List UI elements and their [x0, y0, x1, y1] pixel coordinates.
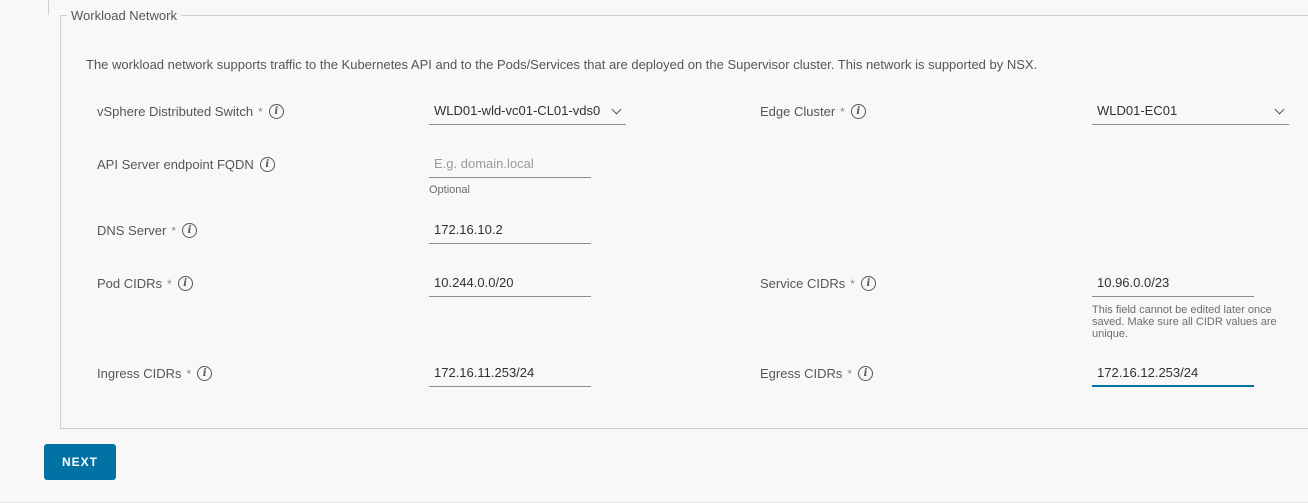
ingress-cidrs-label-text: Ingress CIDRs — [97, 366, 182, 381]
info-icon[interactable]: i — [858, 366, 874, 381]
info-icon[interactable]: i — [860, 276, 876, 291]
section-description: The workload network supports traffic to… — [86, 57, 1038, 72]
vds-select[interactable]: WLD01-wld-vc01-CL01-vds0 — [429, 101, 626, 125]
egress-cidrs-input[interactable]: 172.16.12.253/24 — [1092, 363, 1254, 387]
egress-cidrs-label: Egress CIDRs * i — [760, 366, 874, 381]
vds-label-text: vSphere Distributed Switch — [97, 104, 254, 119]
ingress-cidrs-input[interactable]: 172.16.11.253/24 — [429, 363, 591, 387]
pod-cidrs-input[interactable]: 10.244.0.0/20 — [429, 273, 591, 297]
edge-cluster-label: Edge Cluster * i — [760, 104, 866, 119]
pod-cidrs-label: Pod CIDRs * i — [97, 276, 193, 291]
chevron-down-icon — [611, 104, 622, 115]
info-icon[interactable]: i — [268, 104, 284, 119]
required-marker: * — [171, 223, 177, 238]
section-legend: Workload Network — [67, 8, 181, 23]
info-icon[interactable]: i — [177, 276, 193, 291]
chevron-down-icon — [1274, 104, 1285, 115]
required-marker: * — [167, 276, 172, 291]
dns-label-text: DNS Server — [97, 223, 167, 238]
vds-label: vSphere Distributed Switch * i — [97, 104, 284, 119]
ingress-cidrs-label: Ingress CIDRs * i — [97, 366, 213, 381]
edge-cluster-label-text: Edge Cluster — [760, 104, 836, 119]
fqdn-input[interactable]: E.g. domain.local — [429, 154, 591, 178]
required-marker: * — [847, 366, 853, 381]
fqdn-label-text: API Server endpoint FQDN — [97, 157, 254, 172]
info-icon[interactable]: i — [182, 223, 198, 238]
required-marker: * — [186, 366, 192, 381]
next-button[interactable]: NEXT — [44, 444, 116, 480]
fqdn-hint: Optional — [429, 184, 470, 196]
edge-cluster-select[interactable]: WLD01-EC01 — [1092, 101, 1289, 125]
service-cidrs-label-text: Service CIDRs — [760, 276, 846, 291]
edge-cluster-select-value: WLD01-EC01 — [1097, 103, 1178, 118]
divider — [48, 0, 49, 15]
pod-cidrs-label-text: Pod CIDRs — [97, 276, 163, 291]
dns-label: DNS Server * i — [97, 223, 198, 238]
info-icon[interactable]: i — [850, 104, 866, 119]
required-marker: * — [850, 276, 855, 291]
info-icon[interactable]: i — [259, 157, 275, 172]
vds-select-value: WLD01-wld-vc01-CL01-vds0 — [434, 103, 601, 118]
required-marker: * — [840, 104, 845, 119]
required-marker: * — [258, 104, 263, 119]
egress-cidrs-label-text: Egress CIDRs — [760, 366, 843, 381]
service-cidrs-input[interactable]: 10.96.0.0/23 — [1092, 273, 1254, 297]
dns-input[interactable]: 172.16.10.2 — [429, 220, 591, 244]
service-cidrs-label: Service CIDRs * i — [760, 276, 876, 291]
info-icon[interactable]: i — [197, 366, 213, 381]
service-cidrs-hint: This field cannot be edited later once s… — [1092, 304, 1277, 340]
fqdn-label: API Server endpoint FQDN i — [97, 157, 275, 172]
